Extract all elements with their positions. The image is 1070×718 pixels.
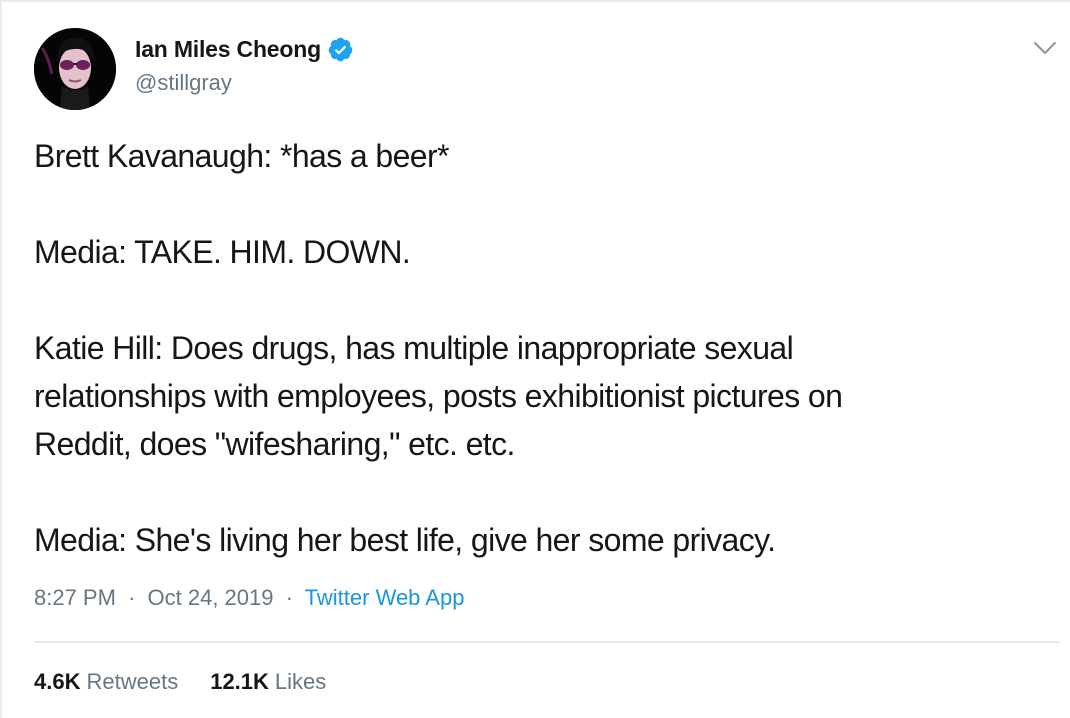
retweets-count: 4.6K — [34, 669, 81, 694]
likes-label: Likes — [274, 669, 327, 694]
meta-separator: · — [285, 585, 293, 610]
tweet-card: Ian Miles Cheong @stillgray Brett Kavana… — [0, 0, 1070, 718]
tweet-date[interactable]: Oct 24, 2019 — [148, 585, 274, 610]
tweet-stats: 4.6K Retweets 12.1K Likes — [34, 669, 326, 695]
likes-count: 12.1K — [210, 669, 269, 694]
tweet-metadata: 8:27 PM · Oct 24, 2019 · Twitter Web App — [34, 585, 464, 611]
meta-separator: · — [128, 585, 136, 610]
tweet-time[interactable]: 8:27 PM — [34, 585, 116, 610]
author-avatar[interactable] — [34, 28, 116, 110]
author-name[interactable]: Ian Miles Cheong — [135, 36, 321, 63]
retweets-label: Retweets — [86, 669, 179, 694]
chevron-down-icon[interactable] — [1032, 38, 1058, 58]
retweets-stat[interactable]: 4.6K Retweets — [34, 669, 178, 695]
avatar-image — [34, 28, 116, 110]
tweet-text: Brett Kavanaugh: *has a beer* Media: TAK… — [34, 138, 843, 558]
likes-stat[interactable]: 12.1K Likes — [210, 669, 326, 695]
divider — [34, 641, 1060, 643]
author-handle[interactable]: @stillgray — [135, 70, 232, 96]
author-name-row[interactable]: Ian Miles Cheong — [135, 36, 354, 63]
verified-badge-icon — [328, 37, 353, 62]
tweet-source-link[interactable]: Twitter Web App — [305, 585, 465, 610]
